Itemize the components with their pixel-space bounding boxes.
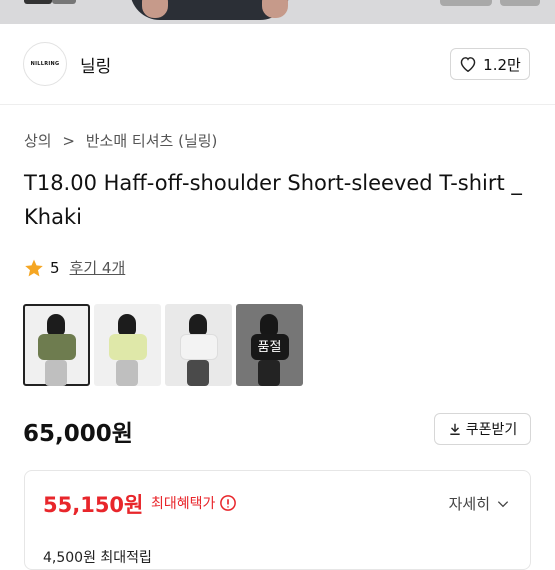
favorite-button[interactable]: 1.2만 <box>450 48 530 80</box>
info-icon[interactable] <box>219 494 237 512</box>
hero-overlay-button[interactable] <box>440 0 492 6</box>
star-icon <box>25 259 43 276</box>
thumbnail-khaki[interactable] <box>23 304 90 386</box>
reviews-link[interactable]: 후기 4개 <box>70 257 126 278</box>
thumbnail-light-yellow[interactable] <box>94 304 161 386</box>
shop-logo-text: NILLRING <box>30 61 60 67</box>
favorite-count: 1.2만 <box>483 55 521 74</box>
shop-logo[interactable]: NILLRING <box>23 42 67 86</box>
shop-header: NILLRING 닐링 1.2만 <box>0 24 555 105</box>
soldout-badge: 품절 <box>236 304 303 386</box>
download-icon <box>450 423 460 435</box>
breadcrumb-subcategory[interactable]: 반소매 티셔츠 (닐링) <box>86 132 218 150</box>
max-benefit-box: 55,150원 최대혜택가 자세히 4,500원 최대적립 <box>24 470 531 570</box>
coupon-label: 쿠폰받기 <box>465 422 518 438</box>
rating-row: 5 후기 4개 <box>24 257 125 278</box>
thumbnail-white[interactable] <box>165 304 232 386</box>
hero-thumb-chip <box>24 0 52 4</box>
max-benefit-label: 최대혜택가 <box>151 496 216 512</box>
product-image-strip <box>0 0 555 24</box>
rating-value: 5 <box>50 258 60 277</box>
thumbnail-black[interactable]: 품절 <box>236 304 303 386</box>
breadcrumb-category[interactable]: 상의 <box>24 132 52 150</box>
thumbnail-list: 품절 <box>23 304 303 386</box>
model-arm <box>262 0 288 18</box>
product-price: 65,000원 <box>23 421 133 447</box>
shop-name[interactable]: 닐링 <box>80 52 111 77</box>
hero-thumb-chip <box>52 0 76 4</box>
breadcrumb: 상의 > 반소매 티셔츠 (닐링) <box>24 130 217 151</box>
product-title: T18.00 Haff-off-shoulder Short-sleeved T… <box>24 171 522 229</box>
max-benefit-price: 55,150원 <box>43 493 144 517</box>
hero-overlay-button[interactable] <box>500 0 540 6</box>
chevron-down-icon <box>497 500 509 507</box>
heart-icon <box>460 57 476 72</box>
detail-toggle[interactable]: 자세히 <box>449 493 510 514</box>
max-points-text: 4,500원 최대적립 <box>43 550 152 566</box>
breadcrumb-separator: > <box>62 132 75 150</box>
max-benefit-label-group: 최대혜택가 <box>151 493 237 513</box>
coupon-button[interactable]: 쿠폰받기 <box>434 413 531 445</box>
detail-label: 자세히 <box>448 495 490 513</box>
